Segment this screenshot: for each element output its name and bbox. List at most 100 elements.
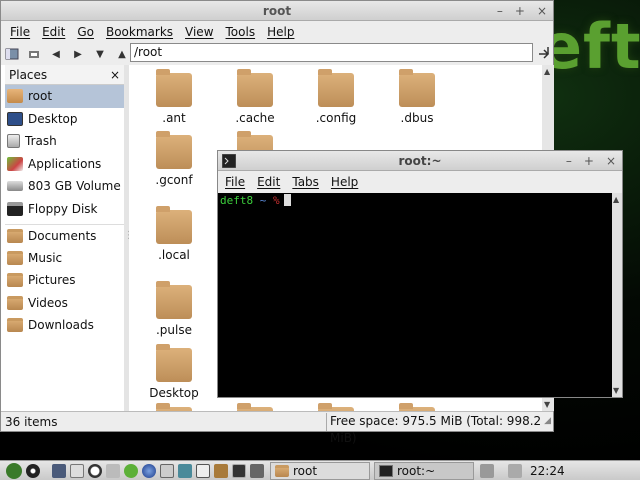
text-editor-icon[interactable] — [70, 463, 84, 478]
file-item[interactable]: .config — [301, 69, 371, 125]
minimize-button[interactable]: – — [566, 154, 572, 168]
sidebar-item-videos[interactable]: Videos — [5, 292, 124, 315]
folder-icon — [399, 69, 435, 107]
terminal-icon — [379, 464, 393, 477]
file-item[interactable]: .ant — [139, 69, 209, 125]
history-dropdown-icon[interactable]: ▼ — [93, 47, 107, 61]
file-item-label: .gconf — [155, 173, 193, 187]
file-item[interactable]: .cache — [220, 69, 290, 125]
clock[interactable]: 22:24 — [530, 464, 565, 478]
maximize-button[interactable]: + — [584, 154, 594, 168]
menu-edit[interactable]: Edit — [42, 25, 65, 39]
file-item[interactable]: Desktop — [139, 344, 209, 400]
menu-logo-icon[interactable] — [6, 462, 22, 479]
record-icon[interactable] — [26, 463, 40, 478]
scroll-up-icon[interactable]: ▲ — [613, 195, 619, 204]
close-button[interactable]: × — [606, 154, 616, 168]
folder-icon — [275, 464, 289, 477]
task-file-manager[interactable]: root — [270, 461, 370, 480]
task-label: root — [293, 463, 318, 478]
menu-help[interactable]: Help — [331, 175, 358, 189]
maximize-button[interactable]: + — [515, 4, 525, 18]
go-icon[interactable] — [537, 45, 551, 59]
file-item-label: .ant — [162, 111, 186, 125]
menu-file[interactable]: File — [225, 175, 245, 189]
sidebar-item-label: Music — [28, 250, 63, 265]
places-sidebar: Places × root Desktop Trash Applications… — [5, 65, 124, 411]
wallpaper-logo: eft — [540, 10, 640, 83]
status-free-space: Free space: 975.5 MiB (Total: 998.2 MiB) — [326, 413, 553, 445]
minimize-button[interactable]: – — [497, 4, 503, 18]
sidebar-item-music[interactable]: Music — [5, 247, 124, 270]
terminal-output[interactable]: deft8 ~ % — [218, 193, 612, 397]
sidebar-item-applications[interactable]: Applications — [5, 153, 124, 176]
file-manager-menubar: File Edit Go Bookmarks View Tools Help — [1, 21, 553, 43]
search-icon[interactable] — [160, 463, 174, 478]
sidebar-item-label: Pictures — [28, 273, 76, 288]
sidebar-item-downloads[interactable]: Downloads — [5, 314, 124, 337]
sidebar-item-pictures[interactable]: Pictures — [5, 269, 124, 292]
terminal-window: root:~ – + × File Edit Tabs Help deft8 ~… — [217, 150, 623, 398]
window-title: root — [262, 3, 292, 18]
scroll-down-icon[interactable]: ▼ — [544, 400, 550, 409]
folder-icon — [7, 273, 23, 288]
sidebar-item-volume[interactable]: 803 GB Volume — [5, 175, 124, 198]
show-desktop-icon[interactable] — [52, 463, 66, 478]
file-manager-titlebar[interactable]: root – + × — [1, 1, 553, 21]
path-input[interactable]: /root — [130, 43, 533, 62]
file-item[interactable]: .pulse — [139, 281, 209, 337]
resize-grip-icon[interactable]: ◢ — [544, 416, 551, 426]
sidebar-item-documents[interactable]: Documents — [5, 224, 124, 247]
file-item[interactable]: .dbus — [382, 69, 452, 125]
menu-view[interactable]: View — [185, 25, 213, 39]
globe-icon[interactable] — [142, 463, 156, 478]
chat-icon[interactable] — [124, 463, 138, 478]
back-icon[interactable]: ◀ — [49, 47, 63, 61]
task-terminal[interactable]: root:~ — [374, 461, 474, 480]
menu-go[interactable]: Go — [77, 25, 94, 39]
clock-app-icon[interactable] — [88, 463, 102, 478]
folder-icon — [7, 318, 23, 333]
prompt-directory: ~ — [259, 194, 267, 207]
file-item[interactable]: .gconf — [139, 131, 209, 187]
trash-icon — [7, 134, 20, 149]
menu-tabs[interactable]: Tabs — [292, 175, 319, 189]
calculator-icon[interactable] — [196, 463, 210, 478]
trash-icon[interactable] — [106, 463, 120, 478]
sidebar-item-trash[interactable]: Trash — [5, 130, 124, 153]
bike-icon[interactable] — [214, 463, 228, 478]
sidebar-item-label: Trash — [25, 134, 57, 149]
network-icon[interactable] — [250, 463, 264, 478]
sidebar-item-desktop[interactable]: Desktop — [5, 108, 124, 131]
sidebar-item-label: Desktop — [28, 111, 78, 126]
menu-file[interactable]: File — [10, 25, 30, 39]
scroll-down-icon[interactable]: ▼ — [613, 386, 619, 395]
places-close-button[interactable]: × — [110, 68, 120, 82]
scroll-up-icon[interactable]: ▲ — [544, 67, 550, 76]
close-button[interactable]: × — [537, 4, 547, 18]
terminal-menubar: File Edit Tabs Help — [218, 171, 622, 193]
file-item[interactable]: .local — [139, 206, 209, 262]
new-tab-icon[interactable] — [27, 47, 41, 61]
prompt-host: deft8 — [220, 194, 254, 207]
sidebar-item-floppy[interactable]: Floppy Disk — [5, 198, 124, 221]
menu-bookmarks[interactable]: Bookmarks — [106, 25, 173, 39]
applications-icon — [7, 156, 23, 171]
terminal-titlebar[interactable]: root:~ – + × — [218, 151, 622, 171]
menu-edit[interactable]: Edit — [257, 175, 280, 189]
file-item-label: Desktop — [149, 386, 199, 400]
folder-icon — [7, 250, 23, 265]
puzzle-icon[interactable] — [178, 463, 192, 478]
sidebar-item-root[interactable]: root — [5, 85, 124, 108]
terminal-scrollbar[interactable]: ▲ ▼ — [612, 193, 622, 397]
volume-icon[interactable] — [480, 463, 494, 478]
menu-help[interactable]: Help — [267, 25, 294, 39]
forward-icon[interactable]: ▶ — [71, 47, 85, 61]
menu-tools[interactable]: Tools — [226, 25, 256, 39]
monitor-icon[interactable] — [232, 463, 246, 478]
network-status-icon[interactable] — [508, 463, 522, 478]
folder-icon — [237, 69, 273, 107]
up-icon[interactable]: ▲ — [115, 47, 129, 61]
sidebar-toggle-icon[interactable] — [5, 47, 19, 61]
sidebar-item-label: Videos — [28, 295, 68, 310]
